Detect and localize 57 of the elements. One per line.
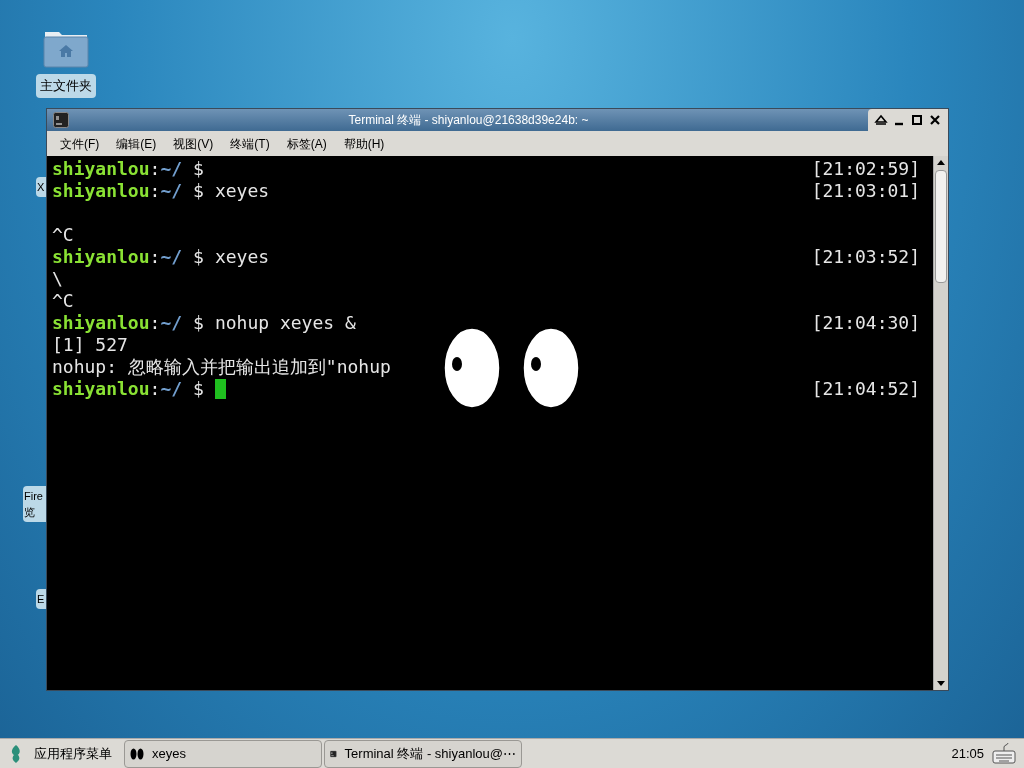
menu-item[interactable]: 标签(A) xyxy=(286,134,327,153)
prompt-path: ~/ xyxy=(160,378,183,400)
icon-label[interactable]: X xyxy=(37,179,46,195)
menu-item[interactable]: 文件(F) xyxy=(60,134,100,153)
menu-item[interactable]: 终端(T) xyxy=(230,134,270,153)
output-text: ^C xyxy=(52,290,74,312)
prompt-user: shiyanlou xyxy=(52,246,150,268)
scroll-thumb[interactable] xyxy=(935,170,947,283)
prompt-symbol: $ xyxy=(193,312,204,334)
command-text: xeyes xyxy=(214,246,270,268)
prompt-separator: : xyxy=(149,180,161,202)
icon-label[interactable]: E xyxy=(37,591,46,607)
command-text: nohup xeyes & xyxy=(214,312,356,334)
prompt-path: ~/ xyxy=(160,158,183,180)
output-text: [1] 527 xyxy=(52,334,128,356)
prompt-symbol: $ xyxy=(193,246,204,268)
prompt-symbol: $ xyxy=(193,158,204,180)
timestamp: [21:04:52] xyxy=(811,378,920,400)
command-text: xeyes xyxy=(214,180,270,202)
icon-label[interactable]: Fire xyxy=(24,488,46,504)
prompt-path: ~/ xyxy=(160,180,183,202)
prompt-symbol: $ xyxy=(193,180,204,202)
eyes-icon xyxy=(130,747,144,760)
prompt-separator: : xyxy=(149,378,161,400)
icon-label[interactable]: 主文件夹 xyxy=(36,74,96,98)
window-title: Terminal 终端 - shiyanlou@21638d39e24b: ~ xyxy=(347,112,590,129)
menu-item[interactable]: 帮助(H) xyxy=(343,134,385,153)
shade-button[interactable] xyxy=(874,113,888,127)
scrollbar[interactable] xyxy=(933,156,948,690)
timestamp: [21:02:59] xyxy=(811,158,920,180)
terminal-icon xyxy=(53,112,69,128)
prompt-path: ~/ xyxy=(160,246,183,268)
maximize-button[interactable] xyxy=(910,113,924,127)
prompt-separator: : xyxy=(149,246,161,268)
menu-item[interactable]: 编辑(E) xyxy=(116,134,157,153)
output-text: ^C xyxy=(52,224,74,246)
menu-item[interactable]: 视图(V) xyxy=(173,134,214,153)
prompt-symbol: $ xyxy=(193,378,204,400)
timestamp: [21:03:52] xyxy=(811,246,920,268)
output-text: \ xyxy=(52,268,63,290)
icon-label[interactable]: 览 xyxy=(24,504,46,520)
close-button[interactable] xyxy=(928,113,942,127)
prompt-separator: : xyxy=(149,158,161,180)
prompt-user: shiyanlou xyxy=(52,158,150,180)
prompt-user: shiyanlou xyxy=(52,180,150,202)
output-text: nohup: 忽略输入并把输出追加到"nohup xyxy=(52,356,391,378)
prompt-user: shiyanlou xyxy=(52,378,150,400)
prompt-separator: : xyxy=(149,312,161,334)
timestamp: [21:03:01] xyxy=(811,180,920,202)
timestamp: [21:04:30] xyxy=(811,312,920,334)
prompt-user: shiyanlou xyxy=(52,312,150,334)
taskbar-button[interactable]: Terminal 终端 - shiyanlou@⋯ xyxy=(324,739,522,768)
prompt-path: ~/ xyxy=(160,312,183,334)
clock: 21:05 xyxy=(951,744,984,763)
applications-menu[interactable]: 应用程序菜单 xyxy=(34,743,112,764)
taskbar-button[interactable]: xeyes xyxy=(124,739,322,768)
keyboard-icon[interactable] xyxy=(992,741,1016,766)
